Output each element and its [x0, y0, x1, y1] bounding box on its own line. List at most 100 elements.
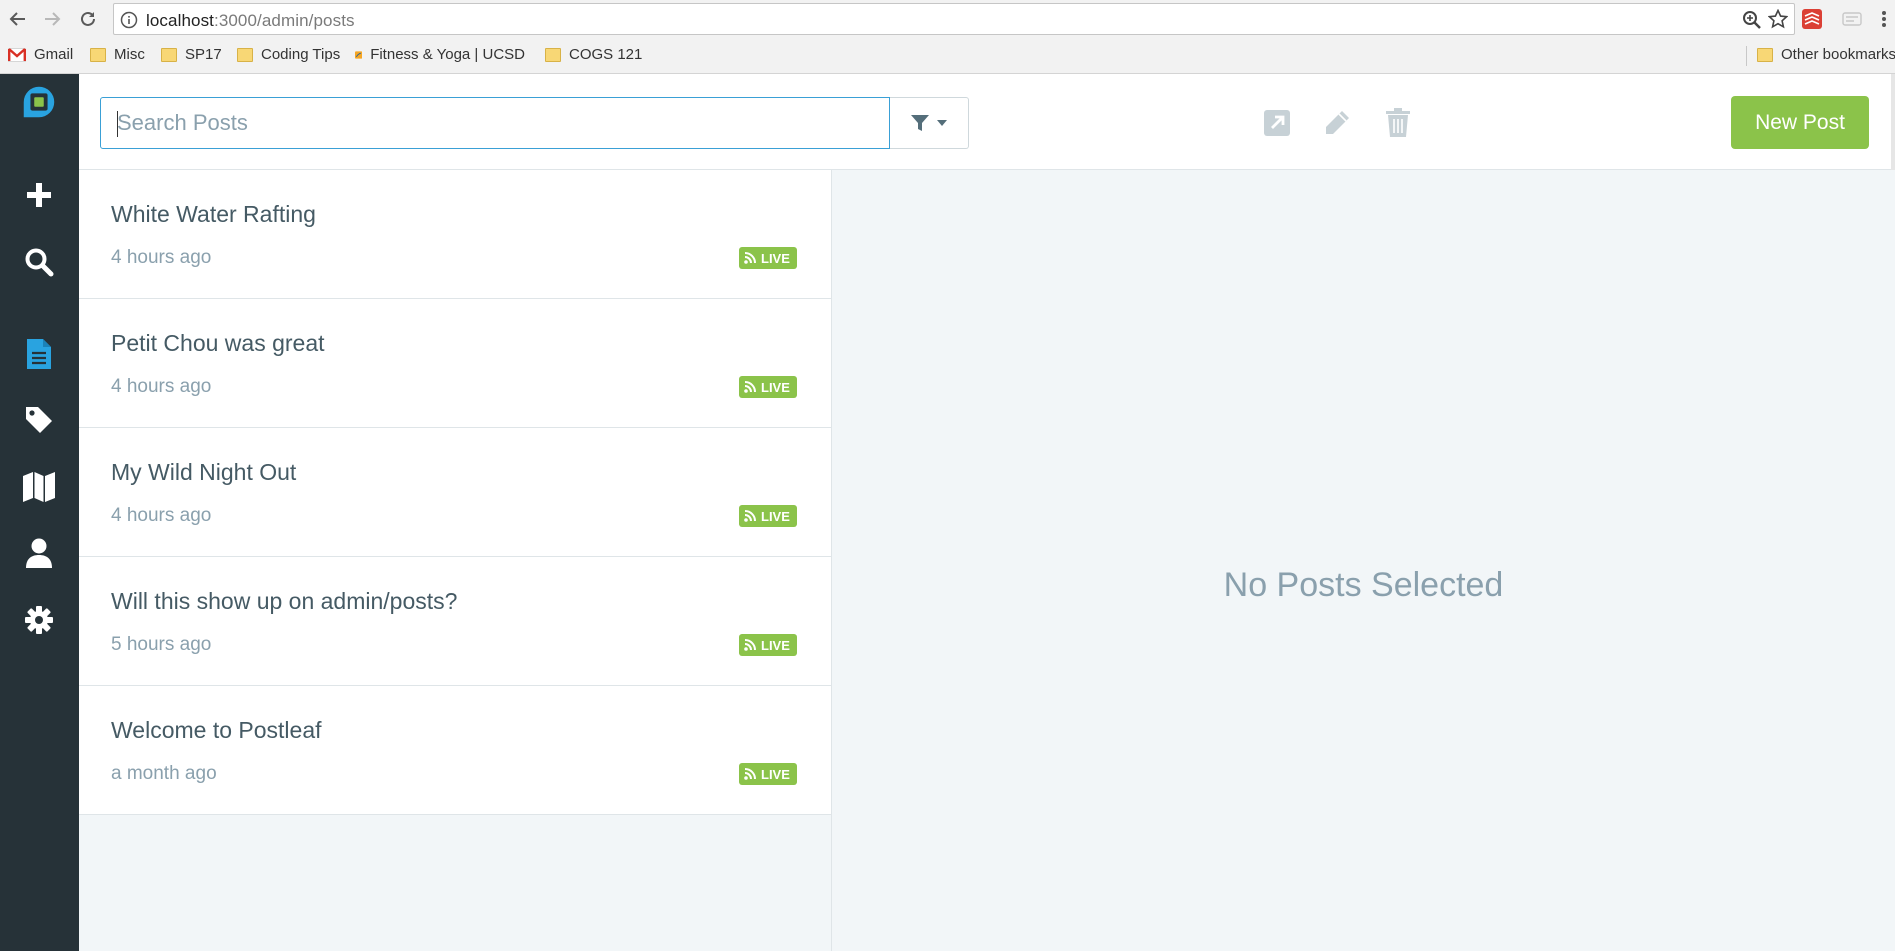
- post-detail-panel: No Posts Selected: [832, 170, 1895, 951]
- map-icon: [23, 472, 55, 502]
- bookmark-sp17[interactable]: SP17: [161, 46, 222, 63]
- post-list-item[interactable]: White Water Rafting 4 hours ago LIVE: [79, 170, 831, 299]
- folder-icon: [161, 47, 177, 62]
- info-icon[interactable]: [120, 11, 138, 29]
- rss-icon: [744, 510, 756, 522]
- post-list: White Water Rafting 4 hours ago LIVE Pet…: [79, 170, 832, 951]
- posts-icon: [27, 339, 51, 369]
- status-label: LIVE: [761, 637, 790, 653]
- filter-button[interactable]: [890, 97, 969, 149]
- todoist-extension-icon[interactable]: [1800, 7, 1824, 31]
- status-badge: LIVE: [739, 376, 797, 398]
- rss-icon: [744, 768, 756, 780]
- bookmark-cogs-121[interactable]: COGS 121: [545, 46, 642, 63]
- sidebar-item-settings[interactable]: [19, 600, 59, 640]
- sidebar-item-navigation[interactable]: [19, 467, 59, 507]
- status-badge: LIVE: [739, 763, 797, 785]
- search-icon: [25, 248, 54, 277]
- bookmark-label: Gmail: [34, 46, 74, 63]
- reload-button[interactable]: [76, 7, 100, 31]
- url-host: localhost: [146, 11, 214, 30]
- menu-icon[interactable]: [1876, 7, 1892, 31]
- external-link-icon: [1264, 110, 1290, 136]
- post-title: My Wild Night Out: [111, 459, 297, 485]
- delete-post-button[interactable]: [1383, 108, 1413, 138]
- status-label: LIVE: [761, 379, 790, 395]
- bookmark-gmail[interactable]: Gmail: [8, 46, 73, 63]
- post-title: Will this show up on admin/posts?: [111, 588, 458, 614]
- forward-button[interactable]: [40, 7, 64, 31]
- post-list-item[interactable]: Petit Chou was great 4 hours ago LIVE: [79, 299, 831, 428]
- bookmark-label: Fitness & Yoga | UCSD: [370, 46, 525, 63]
- bookmark-misc[interactable]: Misc: [90, 46, 145, 63]
- tag-icon: [26, 407, 52, 433]
- post-title: Welcome to Postleaf: [111, 717, 322, 743]
- search-input[interactable]: [115, 106, 859, 140]
- rss-icon: [744, 381, 756, 393]
- rss-icon: [744, 639, 756, 651]
- folder-icon: [545, 47, 561, 62]
- folder-icon: [237, 47, 253, 62]
- site-favicon: [355, 50, 363, 59]
- sidebar: [0, 74, 79, 951]
- post-title: White Water Rafting: [111, 201, 316, 227]
- post-list-item[interactable]: Welcome to Postleaf a month ago LIVE: [79, 686, 831, 815]
- bookmark-label: Misc: [114, 46, 145, 63]
- postleaf-logo-icon: [23, 86, 55, 118]
- forward-arrow-icon: [45, 12, 61, 26]
- post-time: a month ago: [111, 763, 217, 784]
- post-time: 4 hours ago: [111, 505, 212, 526]
- bookmarks-bar: Gmail Misc SP17 Coding Tips Fitness & Yo…: [0, 38, 1895, 74]
- url-text: localhost:3000/admin/posts: [146, 11, 355, 31]
- address-bar[interactable]: localhost:3000/admin/posts: [113, 3, 1795, 35]
- bookmark-label: Other bookmarks: [1781, 46, 1895, 63]
- settings-icon: [25, 606, 53, 634]
- chevron-down-icon: [937, 120, 947, 126]
- scrollbar[interactable]: [1891, 74, 1895, 170]
- bookmark-label: COGS 121: [569, 46, 643, 63]
- sidebar-item-users[interactable]: [19, 533, 59, 573]
- status-badge: LIVE: [739, 247, 797, 269]
- postleaf-app: New Post White Water Rafting 4 hours ago…: [0, 74, 1895, 951]
- pencil-icon: [1326, 111, 1349, 134]
- reload-icon: [81, 11, 95, 26]
- folder-icon: [90, 47, 106, 62]
- new-post-button[interactable]: New Post: [1731, 96, 1869, 149]
- post-time: 4 hours ago: [111, 376, 212, 397]
- sidebar-item-tags[interactable]: [19, 400, 59, 440]
- post-title: Petit Chou was great: [111, 330, 325, 356]
- bookmark-coding-tips[interactable]: Coding Tips: [237, 46, 340, 63]
- logo[interactable]: [19, 82, 59, 122]
- search-box: [100, 97, 890, 149]
- bookmark-label: SP17: [185, 46, 222, 63]
- sidebar-item-posts[interactable]: [19, 334, 59, 374]
- bookmark-fitness-yoga[interactable]: Fitness & Yoga | UCSD: [355, 46, 525, 63]
- status-label: LIVE: [761, 250, 790, 266]
- sidebar-item-new[interactable]: [19, 175, 59, 215]
- folder-icon: [1757, 47, 1773, 62]
- browser-toolbar: localhost:3000/admin/posts: [0, 0, 1895, 38]
- post-time: 4 hours ago: [111, 247, 212, 268]
- post-time: 5 hours ago: [111, 634, 212, 655]
- post-list-item[interactable]: Will this show up on admin/posts? 5 hour…: [79, 557, 831, 686]
- bookmark-separator: [1746, 46, 1747, 66]
- plus-icon: [27, 183, 51, 207]
- filter-icon: [911, 115, 929, 131]
- edit-post-button[interactable]: [1322, 108, 1352, 138]
- gmail-icon: [8, 47, 26, 62]
- bookmark-star-icon[interactable]: [1768, 9, 1788, 29]
- extension-icon[interactable]: [1840, 7, 1864, 31]
- back-button[interactable]: [6, 7, 30, 31]
- status-label: LIVE: [761, 508, 790, 524]
- sidebar-item-search[interactable]: [19, 242, 59, 282]
- empty-state-message: No Posts Selected: [1223, 566, 1504, 604]
- user-icon: [26, 538, 52, 568]
- post-list-item[interactable]: My Wild Night Out 4 hours ago LIVE: [79, 428, 831, 557]
- zoom-icon[interactable]: [1742, 10, 1762, 30]
- open-post-button[interactable]: [1262, 108, 1292, 138]
- posts-toolbar: New Post: [79, 74, 1895, 170]
- other-bookmarks[interactable]: Other bookmarks: [1757, 46, 1895, 63]
- back-arrow-icon: [9, 12, 25, 26]
- bookmark-label: Coding Tips: [261, 46, 341, 63]
- status-badge: LIVE: [739, 505, 797, 527]
